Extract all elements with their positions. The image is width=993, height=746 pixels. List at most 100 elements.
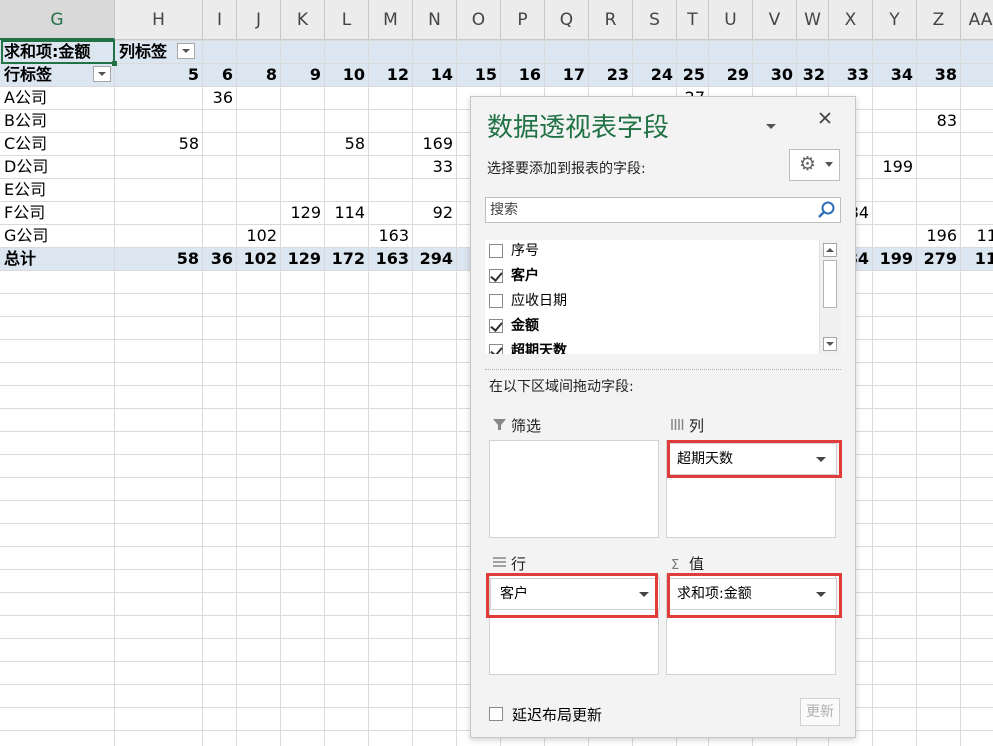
- pivot-total-cell[interactable]: 58: [119, 247, 199, 270]
- field-label: 金额: [511, 318, 539, 334]
- column-header[interactable]: N: [413, 0, 457, 40]
- column-filter-dropdown[interactable]: [177, 43, 195, 59]
- pivot-row-header[interactable]: F公司: [4, 201, 111, 224]
- pivot-column-key: 29: [726, 65, 749, 84]
- pivot-value-cell[interactable]: 129: [285, 201, 321, 224]
- scroll-up-arrow-icon[interactable]: [823, 243, 837, 257]
- pivot-column-key: 15: [474, 65, 497, 84]
- pivot-row-header[interactable]: B公司: [4, 109, 111, 132]
- field-label: 应收日期: [511, 293, 567, 309]
- search-input[interactable]: [488, 198, 812, 222]
- pivot-total-cell[interactable]: 199: [877, 247, 913, 270]
- pivot-total-cell[interactable]: 129: [285, 247, 321, 270]
- column-header[interactable]: I: [203, 0, 237, 40]
- pivot-total-cell[interactable]: 11: [965, 247, 993, 270]
- chevron-down-icon: [825, 162, 833, 167]
- pivot-value-cell[interactable]: 163: [373, 224, 409, 247]
- gridline-v: [412, 40, 413, 746]
- field-checkbox[interactable]: [489, 244, 503, 258]
- filter-area-label: 筛选: [511, 417, 542, 435]
- field-checkbox[interactable]: [489, 294, 503, 308]
- pivot-value-cell[interactable]: 33: [417, 155, 453, 178]
- pivot-row-header[interactable]: E公司: [4, 178, 111, 201]
- pane-options-chevron-icon[interactable]: [765, 115, 777, 136]
- pivot-value-cell[interactable]: 199: [877, 155, 913, 178]
- gear-icon: ⚙: [799, 153, 817, 175]
- scroll-down-arrow-icon[interactable]: [823, 337, 837, 351]
- pivot-column-key: 17: [562, 65, 585, 84]
- gridline-h: [0, 86, 993, 87]
- field-checkbox[interactable]: [489, 269, 503, 283]
- close-icon[interactable]: [817, 110, 833, 131]
- gridline-v: [960, 40, 961, 746]
- pivot-total-label[interactable]: 总计: [4, 247, 111, 270]
- rows-icon: [493, 556, 511, 573]
- row-filter-dropdown[interactable]: [93, 66, 111, 82]
- filter-icon: [493, 418, 511, 435]
- column-header[interactable]: Q: [545, 0, 589, 40]
- column-header[interactable]: S: [633, 0, 677, 40]
- pivot-row-header[interactable]: C公司: [4, 132, 111, 155]
- cell-selection: [1, 40, 117, 66]
- pivot-column-key: 33: [846, 65, 869, 84]
- pivot-value-cell[interactable]: 169: [417, 132, 453, 155]
- scroll-thumb[interactable]: [823, 260, 837, 308]
- field-list-scrollbar[interactable]: [819, 240, 841, 354]
- column-header[interactable]: Y: [873, 0, 917, 40]
- pivot-value-cell[interactable]: 36: [207, 86, 233, 109]
- pivot-column-key: 9: [309, 65, 321, 84]
- pivot-total-cell[interactable]: 172: [329, 247, 365, 270]
- filter-area[interactable]: [489, 440, 659, 538]
- field-checkbox[interactable]: [489, 344, 503, 354]
- pivot-total-cell[interactable]: 36: [207, 247, 233, 270]
- gridline-v: [456, 40, 457, 746]
- gridline-v: [324, 40, 325, 746]
- pivot-total-cell[interactable]: 294: [417, 247, 453, 270]
- pivot-value-cell[interactable]: 11: [965, 224, 993, 247]
- column-header[interactable]: R: [589, 0, 633, 40]
- field-label: 序号: [511, 243, 539, 259]
- column-header[interactable]: L: [325, 0, 369, 40]
- column-header[interactable]: O: [457, 0, 501, 40]
- pivot-value-cell[interactable]: 83: [921, 109, 957, 132]
- defer-update-checkbox[interactable]: [489, 707, 503, 721]
- pivot-total-cell[interactable]: 279: [921, 247, 957, 270]
- search-icon[interactable]: [817, 200, 837, 220]
- pivot-value-cell[interactable]: 102: [241, 224, 277, 247]
- field-checkbox[interactable]: [489, 319, 503, 333]
- gridline-v: [916, 40, 917, 746]
- column-header[interactable]: W: [797, 0, 829, 40]
- column-header[interactable]: AA: [961, 0, 993, 40]
- pivot-row-header[interactable]: A公司: [4, 86, 111, 109]
- pivot-column-key: 14: [430, 65, 453, 84]
- column-header[interactable]: M: [369, 0, 413, 40]
- pivot-column-key: 32: [802, 65, 825, 84]
- column-header[interactable]: G: [0, 0, 115, 40]
- update-button[interactable]: 更新: [800, 698, 840, 726]
- column-header[interactable]: X: [829, 0, 873, 40]
- pivot-row-header[interactable]: D公司: [4, 155, 111, 178]
- column-header[interactable]: J: [237, 0, 281, 40]
- pivot-value-cell[interactable]: 114: [329, 201, 365, 224]
- pivot-row-header[interactable]: G公司: [4, 224, 111, 247]
- tools-button[interactable]: ⚙: [789, 149, 840, 181]
- column-header[interactable]: V: [753, 0, 797, 40]
- divider: [485, 369, 841, 370]
- column-header[interactable]: U: [709, 0, 753, 40]
- column-header[interactable]: H: [115, 0, 203, 40]
- gridline-v: [368, 40, 369, 746]
- column-header[interactable]: K: [281, 0, 325, 40]
- pivot-column-key: 30: [770, 65, 793, 84]
- columns-area-header: 列: [671, 415, 704, 436]
- column-header[interactable]: P: [501, 0, 545, 40]
- pivot-total-cell[interactable]: 163: [373, 247, 409, 270]
- pivot-value-cell[interactable]: 196: [921, 224, 957, 247]
- column-header[interactable]: Z: [917, 0, 961, 40]
- sigma-icon: Σ: [671, 558, 680, 573]
- pivot-total-cell[interactable]: 102: [241, 247, 277, 270]
- pivot-value-cell[interactable]: 92: [417, 201, 453, 224]
- pivot-value-cell[interactable]: 58: [329, 132, 365, 155]
- pivot-column-key: 6: [221, 65, 233, 84]
- column-header[interactable]: T: [677, 0, 709, 40]
- pivot-value-cell[interactable]: 58: [119, 132, 199, 155]
